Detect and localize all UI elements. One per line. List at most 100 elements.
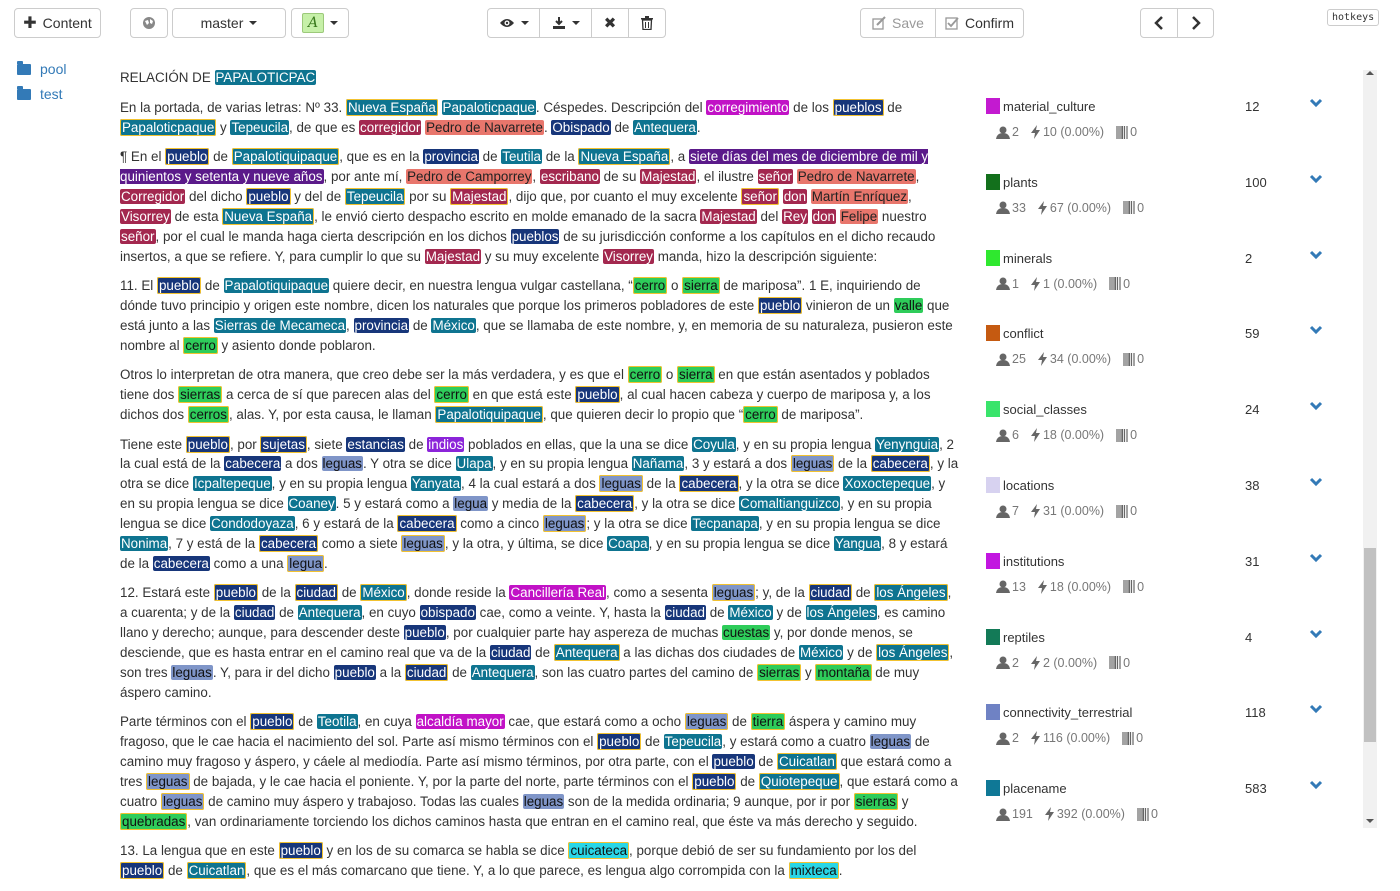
category-row-locations[interactable]: locations 38 7 31 (0.00%) 0: [986, 477, 1336, 537]
users-stat: 33: [996, 201, 1026, 215]
document-paragraph: Otros lo interpretan de otra manera, que…: [120, 366, 931, 424]
barcode-icon: [1109, 277, 1121, 291]
folder-item-test[interactable]: test: [17, 85, 63, 102]
annotated-document: RELACIÓN DE PAPALOTICPAC En la portada, …: [120, 68, 960, 891]
chevron-down-icon[interactable]: [1309, 325, 1323, 335]
operations-stat: 10 (0.00%): [1030, 125, 1104, 139]
chevron-down-icon[interactable]: [1309, 780, 1323, 790]
save-label: Save: [892, 15, 924, 31]
barcode-icon: [1137, 807, 1149, 821]
users-stat: 13: [996, 580, 1026, 594]
operations-stat: 18 (0.00%): [1037, 579, 1111, 594]
chevron-down-icon: [520, 21, 529, 25]
barcode-stat: 0: [1109, 277, 1130, 291]
save-confirm-group: Save Confirm: [860, 8, 1024, 38]
category-count: 4: [1245, 629, 1253, 645]
chevron-down-icon[interactable]: [1309, 553, 1323, 563]
delete-button[interactable]: [628, 8, 666, 38]
download-icon: [552, 17, 565, 29]
folder-icon: [17, 60, 31, 75]
users-stat: 6: [996, 428, 1019, 442]
category-row-institutions[interactable]: institutions 31 13 18 (0.00%) 0: [986, 552, 1336, 613]
barcode-icon: [1116, 504, 1128, 518]
chevron-down-icon: [249, 21, 258, 25]
category-count: 59: [1245, 326, 1260, 342]
operations-stat: 116 (0.00%): [1030, 731, 1110, 746]
chevron-down-icon[interactable]: [1309, 174, 1323, 184]
previous-button[interactable]: [1140, 8, 1178, 38]
category-row-social-classes[interactable]: social_classes 24 6 18 (0.00%) 0: [986, 401, 1336, 461]
add-content-button[interactable]: ✚ Content: [14, 8, 101, 38]
hotkeys-button[interactable]: hotkeys: [1327, 9, 1380, 26]
chevron-down-icon[interactable]: [1309, 704, 1323, 714]
plus-icon: ✚: [23, 15, 37, 32]
barcode-stat: 0: [1116, 428, 1137, 442]
category-count: 583: [1245, 781, 1267, 797]
next-button[interactable]: [1177, 8, 1214, 38]
barcode-stat: 0: [1123, 201, 1144, 215]
category-name: locations: [1003, 478, 1055, 493]
barcode-icon: [1123, 201, 1135, 215]
branch-select[interactable]: master: [172, 8, 286, 38]
document-paragraph: Parte términos con el pueblo de Teotila,…: [120, 713, 958, 830]
pager-group: [1140, 8, 1214, 38]
category-stats: 2 10 (0.00%) 0: [996, 125, 1149, 139]
view-button[interactable]: [487, 8, 540, 38]
branch-label: master: [200, 15, 244, 31]
chevron-down-icon[interactable]: [1309, 250, 1323, 260]
users-stat: 7: [996, 504, 1019, 518]
barcode-stat: 0: [1123, 580, 1144, 594]
confirm-button[interactable]: Confirm: [935, 8, 1024, 38]
chevron-down-icon[interactable]: [1309, 477, 1323, 487]
category-stats: 33 67 (0.00%) 0: [996, 200, 1156, 215]
category-row-minerals[interactable]: minerals 2 1 1 (0.00%) 0: [986, 249, 1336, 310]
category-stats: 2 116 (0.00%) 0: [996, 731, 1155, 746]
user-icon: [996, 656, 1010, 670]
category-row-material-culture[interactable]: material_culture 12 2 10 (0.00%) 0: [986, 98, 1336, 158]
document-paragraph: 11. El pueblo de Papalotiquipaque quiere…: [120, 277, 953, 354]
operations-stat: 1 (0.00%): [1030, 276, 1097, 291]
category-name: institutions: [1003, 553, 1065, 569]
edit-icon: [872, 16, 886, 30]
globe-button[interactable]: [130, 8, 168, 38]
scrollbar-thumb[interactable]: [1364, 548, 1376, 742]
annotation-mode-button[interactable]: A: [291, 8, 349, 38]
folder-icon: [17, 85, 31, 100]
chevron-down-icon[interactable]: [1309, 401, 1323, 411]
operations-stat: 392 (0.00%): [1044, 807, 1125, 822]
category-row-conflict[interactable]: conflict 59 25 34 (0.00%) 0: [986, 325, 1336, 385]
scroll-up-arrow[interactable]: [1366, 71, 1374, 75]
category-stats: 191 392 (0.00%) 0: [996, 807, 1170, 822]
entity-placename[interactable]: PAPALOTICPAC: [214, 70, 317, 85]
trash-icon: [641, 16, 653, 30]
bolt-icon: [1037, 352, 1047, 367]
barcode-stat: 0: [1122, 731, 1143, 745]
chevron-down-icon[interactable]: [1309, 629, 1323, 639]
save-button[interactable]: Save: [860, 8, 936, 38]
category-color-swatch: [986, 780, 1000, 797]
category-name: social_classes: [1003, 402, 1087, 418]
users-stat: 25: [996, 352, 1026, 366]
barcode-stat: 0: [1109, 656, 1130, 670]
category-count: 100: [1245, 174, 1267, 190]
category-count: 38: [1245, 478, 1260, 493]
bolt-icon: [1030, 731, 1040, 746]
category-row-connectivity-terrestrial[interactable]: connectivity_terrestrial 118 2 116 (0.00%) 0: [986, 704, 1336, 764]
chevron-down-icon[interactable]: [1309, 98, 1323, 108]
barcode-icon: [1109, 656, 1121, 670]
category-row-reptiles[interactable]: reptiles 4 2 2 (0.00%) 0: [986, 628, 1336, 689]
chevron-right-icon: [1191, 16, 1201, 30]
close-button[interactable]: ✖: [591, 8, 629, 38]
category-row-plants[interactable]: plants 100 33 67 (0.00%) 0: [986, 173, 1336, 234]
download-button[interactable]: [539, 8, 592, 38]
category-count: 2: [1245, 250, 1253, 266]
folder-label: test: [40, 86, 63, 102]
scroll-down-arrow[interactable]: [1366, 819, 1374, 823]
barcode-icon: [1116, 428, 1128, 442]
document-paragraph: Tiene este pueblo, por sujetas, siete es…: [120, 435, 959, 572]
user-icon: [996, 353, 1010, 366]
bolt-icon: [1037, 200, 1047, 215]
folder-item-pool[interactable]: pool: [17, 60, 66, 77]
document-paragraph: En la portada, de varias letras: Nº 33. …: [120, 98, 903, 136]
category-row-placename[interactable]: placename 583 191 392 (0.00%) 0: [986, 780, 1336, 840]
